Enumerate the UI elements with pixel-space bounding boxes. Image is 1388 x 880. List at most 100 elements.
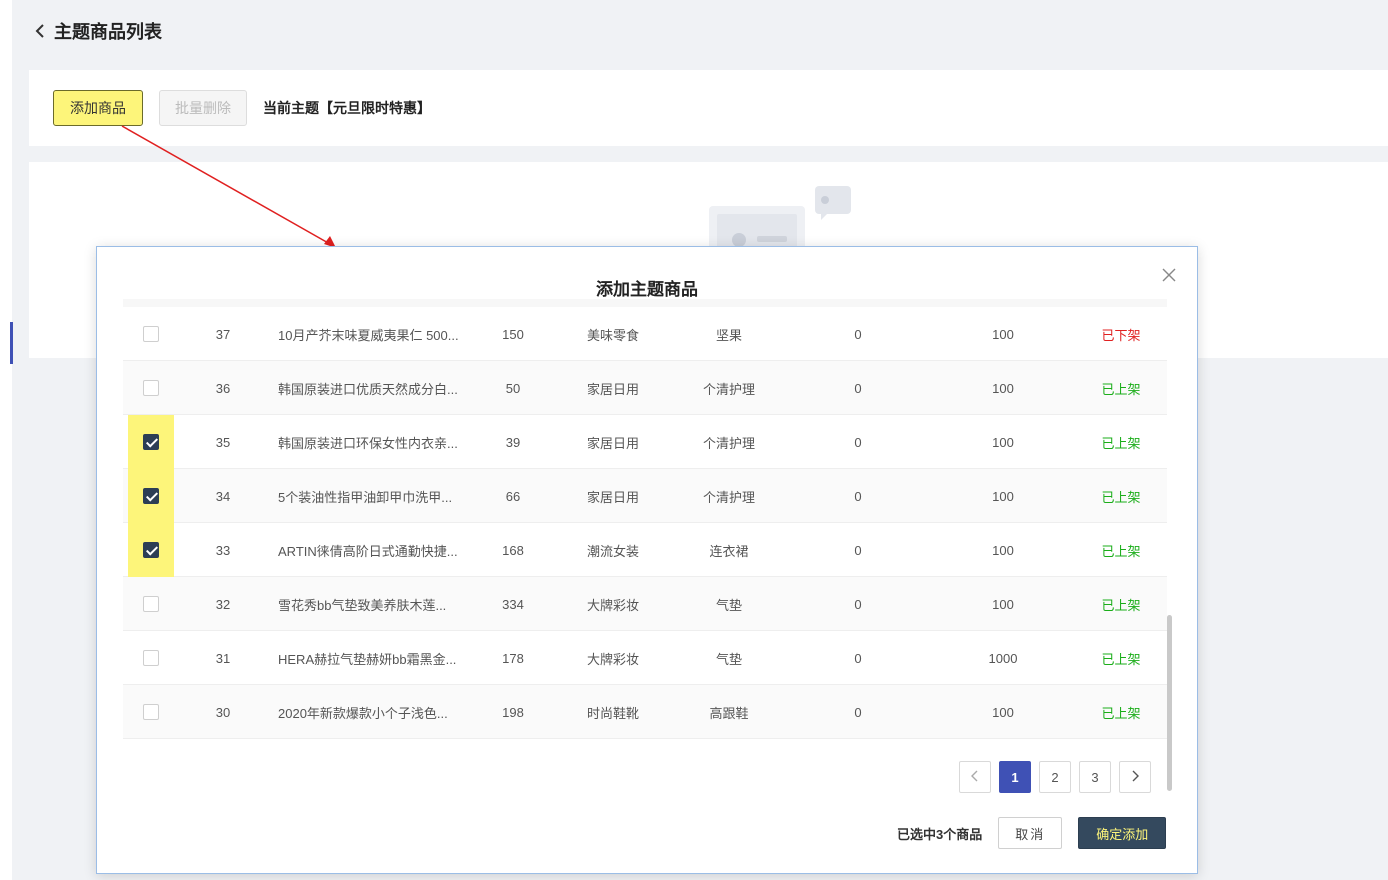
product-status: 已上架 [1101,435,1141,451]
row-checkbox[interactable] [143,326,159,342]
close-icon[interactable] [1159,265,1179,285]
pagination-prev-button[interactable] [959,761,991,793]
current-theme-label: 当前主题【元旦限时特惠】 [263,100,431,116]
table-row[interactable]: 31 HERA赫拉气垫赫妍bb霜黑金... 178 大牌彩妆 气垫 0 1000 已上架 [123,631,1167,685]
product-id: 30 [215,704,231,720]
row-checkbox[interactable] [143,596,159,612]
product-sales: 0 [854,650,862,666]
product-status: 已上架 [1101,651,1141,667]
product-status: 已上架 [1101,705,1141,721]
page-title: 主题商品列表 [54,22,162,42]
row-select-cell [129,631,173,685]
selected-count-text: 已选中3个商品 [897,826,983,842]
page-header: 主题商品列表 [30,14,162,48]
chevron-left-icon[interactable] [30,21,50,41]
product-stock: 100 [992,542,1014,558]
product-sales: 0 [854,488,862,504]
product-subcategory: 个清护理 [702,381,755,397]
product-stock: 100 [992,434,1014,450]
product-name: ARTIN徕倩高阶日式通勤快捷... [278,543,458,559]
row-select-cell [129,469,173,523]
product-stock: 100 [992,488,1014,504]
product-table: 37 10月产芥末味夏威夷果仁 500... 150 美味零食 坚果 0 100 已下架 36 韩… [123,299,1167,739]
pagination-page-3[interactable]: 3 [1079,761,1111,793]
row-checkbox[interactable] [143,704,159,720]
product-price: 178 [502,650,524,666]
row-select-cell [129,523,173,577]
product-price: 168 [502,542,524,558]
batch-delete-button[interactable]: 批量删除 [159,90,247,126]
row-checkbox[interactable] [143,650,159,666]
product-name: 10月产芥末味夏威夷果仁 500... [278,327,459,343]
add-theme-product-modal: 添加主题商品 37 10月产芥末味夏威夷果仁 500... 150 美味零食 坚果 0 10… [96,246,1198,874]
product-subcategory: 坚果 [715,327,742,343]
product-stock: 100 [992,326,1014,342]
pagination-page-2[interactable]: 2 [1039,761,1071,793]
table-row[interactable]: 34 5个装油性指甲油卸甲巾洗甲... 66 家居日用 个清护理 0 100 已上架 [123,469,1167,523]
row-checkbox[interactable] [143,488,159,504]
product-id: 35 [215,434,231,450]
product-id: 32 [215,596,231,612]
row-checkbox[interactable] [143,434,159,450]
product-subcategory: 气垫 [715,651,742,667]
product-price: 334 [502,596,524,612]
product-name: 雪花秀bb气垫致美养肤木莲... [278,597,447,613]
product-price: 150 [502,326,524,342]
toolbar: 添加商品 批量删除 当前主题【元旦限时特惠】 [29,70,1388,146]
product-price: 39 [505,434,521,450]
table-row[interactable]: 33 ARTIN徕倩高阶日式通勤快捷... 168 潮流女装 连衣裙 0 100 已上架 [123,523,1167,577]
product-subcategory: 个清护理 [702,435,755,451]
table-row[interactable]: 30 2020年新款爆款小个子浅色... 198 时尚鞋靴 高跟鞋 0 100 已上架 [123,685,1167,739]
sidebar-active-marker [10,322,13,364]
confirm-add-button[interactable]: 确定添加 [1078,817,1167,849]
product-category: 大牌彩妆 [586,597,639,613]
table-row[interactable]: 36 韩国原装进口优质天然成分白... 50 家居日用 个清护理 0 100 已上架 [123,361,1167,415]
product-name: 5个装油性指甲油卸甲巾洗甲... [278,489,453,505]
product-name: 韩国原装进口优质天然成分白... [278,381,458,397]
chevron-right-icon [1131,770,1139,785]
row-select-cell [129,361,173,415]
product-id: 31 [215,650,231,666]
product-status: 已上架 [1101,489,1141,505]
row-checkbox[interactable] [143,380,159,396]
product-sales: 0 [854,434,862,450]
row-checkbox[interactable] [143,542,159,558]
product-price: 66 [505,488,521,504]
row-select-cell [129,415,173,469]
product-stock: 100 [992,704,1014,720]
product-category: 美味零食 [586,327,639,343]
pagination-page-1[interactable]: 1 [999,761,1031,793]
product-status: 已上架 [1101,597,1141,613]
row-select-cell [129,307,173,361]
product-name: 韩国原装进口环保女性内衣亲... [278,435,458,451]
table-row[interactable]: 35 韩国原装进口环保女性内衣亲... 39 家居日用 个清护理 0 100 已上架 [123,415,1167,469]
product-name: HERA赫拉气垫赫妍bb霜黑金... [278,651,457,667]
table-header-strip [123,299,1167,307]
product-stock: 1000 [988,650,1018,666]
product-status: 已下架 [1101,327,1141,343]
product-name: 2020年新款爆款小个子浅色... [278,705,448,721]
modal-scrollbar[interactable] [1167,615,1172,791]
row-select-cell [129,577,173,631]
product-id: 36 [215,380,231,396]
product-id: 34 [215,488,231,504]
product-price: 50 [505,380,521,396]
product-category: 大牌彩妆 [586,651,639,667]
product-price: 198 [502,704,524,720]
cancel-button[interactable]: 取消 [998,817,1063,849]
modal-title: 添加主题商品 [596,280,698,299]
product-category: 家居日用 [586,489,639,505]
add-product-button[interactable]: 添加商品 [53,90,143,126]
product-id: 37 [215,326,231,342]
product-sales: 0 [854,326,862,342]
modal-footer: 已选中3个商品 取消 确定添加 [897,817,1167,849]
table-row[interactable]: 32 雪花秀bb气垫致美养肤木莲... 334 大牌彩妆 气垫 0 100 已上架 [123,577,1167,631]
product-status: 已上架 [1101,543,1141,559]
product-subcategory: 连衣裙 [709,543,749,559]
product-stock: 100 [992,596,1014,612]
pagination-next-button[interactable] [1119,761,1151,793]
product-category: 家居日用 [586,381,639,397]
product-subcategory: 气垫 [715,597,742,613]
pagination: 1 2 3 [959,761,1151,793]
table-row[interactable]: 37 10月产芥末味夏威夷果仁 500... 150 美味零食 坚果 0 100 已下架 [123,307,1167,361]
